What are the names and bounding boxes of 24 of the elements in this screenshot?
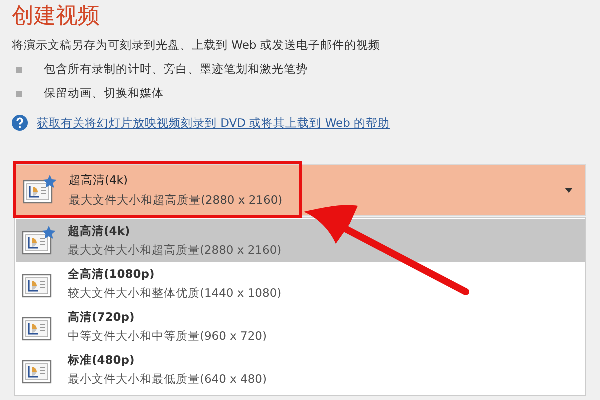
quality-dropdown[interactable]: 超高清(4k) 最大文件大小和超高质量(2880 x 2160) bbox=[14, 164, 586, 216]
option-title: 全高清(1080p) bbox=[68, 266, 156, 282]
bullet-text: 包含所有录制的计时、旁白、墨迹笔划和激光笔势 bbox=[44, 62, 308, 77]
help-icon bbox=[12, 115, 28, 131]
quality-option[interactable]: 标准(480p) 最小文件大小和最低质量(640 x 480) bbox=[16, 348, 585, 391]
quality-option[interactable]: 高清(720p) 中等文件大小和中等质量(960 x 720) bbox=[16, 305, 585, 348]
bullet-marker bbox=[16, 90, 22, 96]
option-title: 超高清(4k) bbox=[68, 224, 132, 238]
option-title: 标准(480p) bbox=[68, 352, 136, 368]
dropdown-title: 超高清(4k) bbox=[69, 172, 129, 188]
quality-option[interactable]: 全高清(1080p) 较大文件大小和整体优质(1440 x 1080) bbox=[16, 262, 585, 305]
caret-icon bbox=[565, 188, 573, 192]
description: 将演示文稿另存为可刻录到光盘、上载到 Web 或发送电子邮件的视频 bbox=[12, 38, 382, 53]
bullet-marker bbox=[16, 66, 22, 72]
option-title: 高清(720p) bbox=[68, 310, 136, 324]
option-subtitle: 最小文件大小和最低质量(640 x 480) bbox=[68, 372, 268, 386]
bullet-text: 保留动画、切换和媒体 bbox=[44, 86, 164, 101]
option-subtitle: 较大文件大小和整体优质(1440 x 1080) bbox=[68, 286, 283, 300]
option-subtitle: 中等文件大小和中等质量(960 x 720) bbox=[68, 328, 268, 344]
help-link[interactable]: 获取有关将幻灯片放映视频刻录到 DVD 或将其上载到 Web 的帮助 bbox=[37, 116, 390, 130]
quality-option[interactable]: 超高清(4k) 最大文件大小和超高质量(2880 x 2160) bbox=[16, 219, 585, 262]
option-subtitle: 最大文件大小和超高质量(2880 x 2160) bbox=[68, 242, 283, 258]
dropdown-subtitle: 最大文件大小和超高质量(2880 x 2160) bbox=[69, 192, 284, 208]
page-title: 创建视频 bbox=[12, 3, 101, 31]
